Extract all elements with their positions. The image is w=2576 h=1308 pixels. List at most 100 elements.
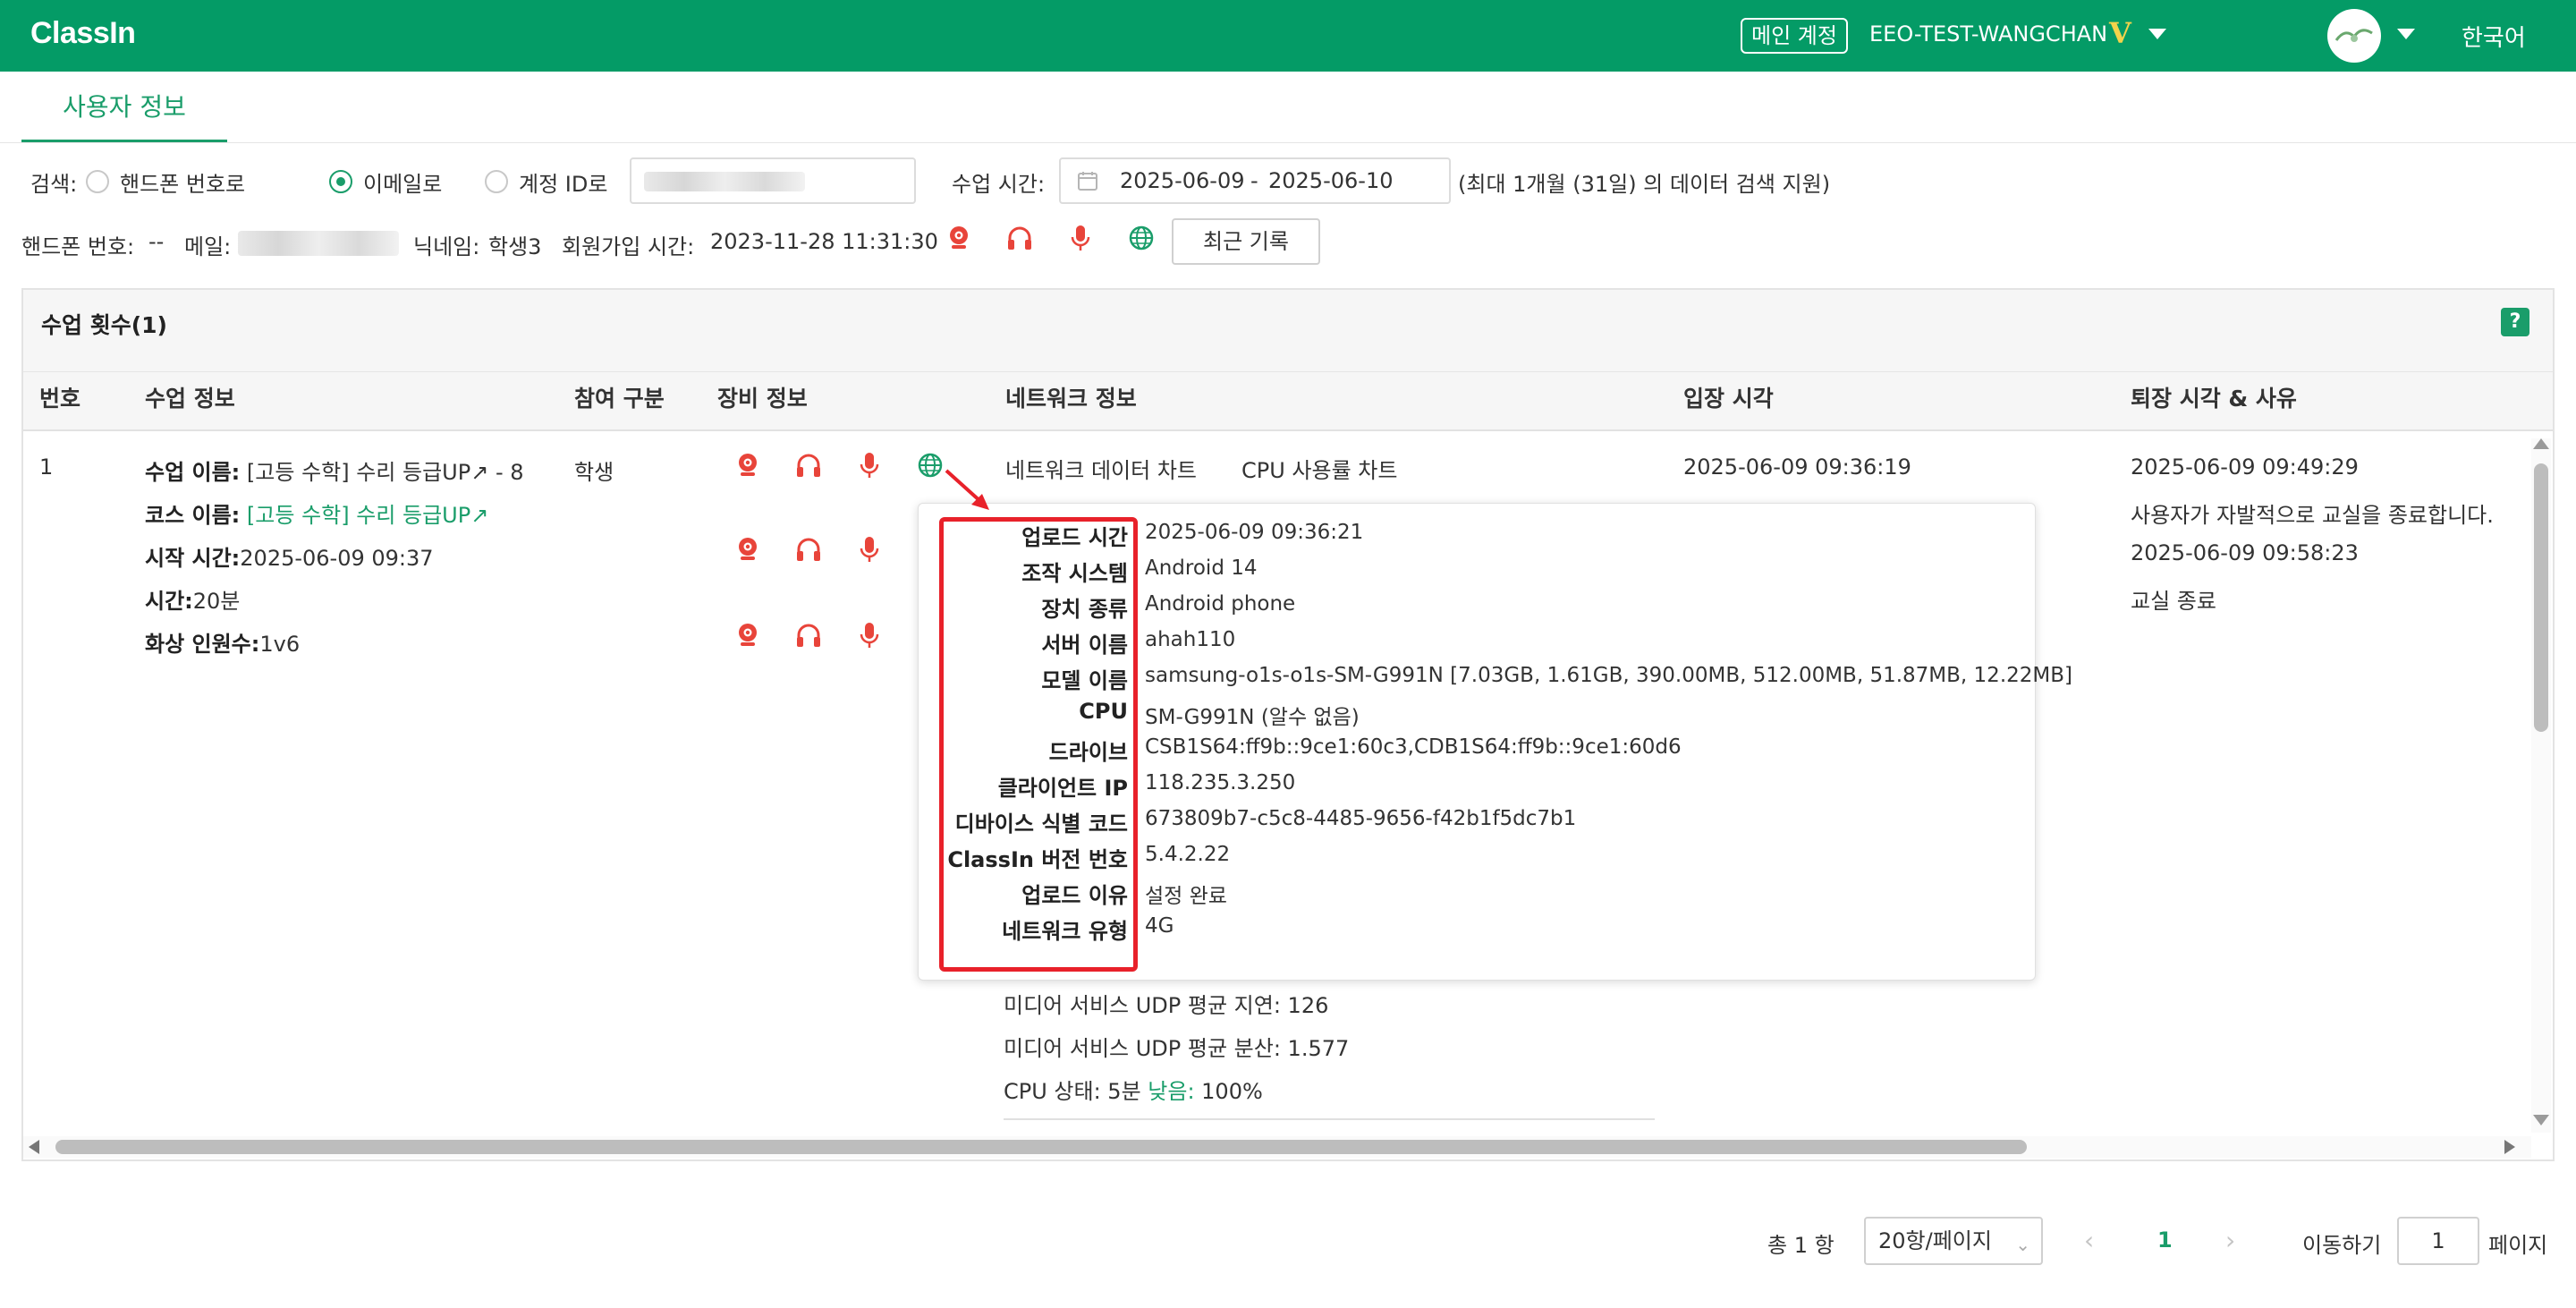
camera-icon[interactable] — [945, 224, 973, 252]
redacted-email — [238, 231, 399, 256]
current-page[interactable]: 1 — [2157, 1227, 2173, 1253]
network-chart-link[interactable]: 네트워크 데이터 차트 — [1005, 453, 1197, 484]
search-input[interactable] — [630, 157, 916, 204]
classin-logo[interactable]: ClassIn — [30, 16, 136, 51]
microphone-icon[interactable] — [855, 535, 884, 564]
highlight-arrow-icon — [945, 469, 989, 510]
page-size-select[interactable]: 20항/페이지 ⌄ — [1864, 1217, 2043, 1265]
course-name-label: 코스 이름: — [145, 503, 241, 528]
enter-time: 2025-06-09 09:36:19 — [1683, 454, 1911, 480]
date-from: 2025-06-09 — [1120, 168, 1245, 193]
popover-value: 673809b7-c5c8-4485-9656-f42b1f5dc7b1 — [1145, 807, 1577, 830]
video-count-label: 화상 인원수: — [145, 632, 260, 657]
horizontal-scrollbar-thumb[interactable] — [55, 1140, 2027, 1154]
popover-value: samsung-o1s-o1s-SM-G991N [7.03GB, 1.61GB… — [1145, 664, 2072, 687]
scroll-down-icon[interactable] — [2533, 1115, 2549, 1125]
language-selector[interactable]: 한국어 — [2462, 20, 2526, 53]
radio-phone-label[interactable]: 핸드폰 번호로 — [120, 166, 245, 198]
radio-phone[interactable] — [86, 170, 109, 193]
calendar-icon — [1078, 172, 1097, 191]
total-count: 총 1 항 — [1767, 1233, 1835, 1258]
search-label: 검색: — [30, 172, 78, 197]
date-range-picker[interactable]: 2025-06-09 - 2025-06-10 — [1059, 157, 1451, 204]
help-icon[interactable]: ? — [2501, 308, 2529, 336]
video-count-value: 1v6 — [259, 632, 301, 657]
vip-icon: V — [2109, 16, 2131, 50]
col-number: 번호 — [39, 386, 81, 412]
video-count: 화상 인원수:1v6 — [145, 626, 300, 658]
exit-time-1: 2025-06-09 09:49:29 — [2131, 454, 2359, 480]
microphone-icon[interactable] — [855, 451, 884, 480]
cpu-status-value: 100% — [1194, 1079, 1263, 1104]
network-divider — [1004, 1118, 1655, 1120]
avatar[interactable] — [2327, 9, 2381, 63]
col-lesson-info: 수업 정보 — [145, 386, 235, 412]
email-label: 메일: — [184, 234, 232, 259]
goto-page-input[interactable] — [2397, 1217, 2479, 1265]
radio-email[interactable] — [329, 170, 352, 193]
camera-icon[interactable] — [733, 621, 762, 650]
cpu-status-prefix: CPU 상태: 5분 — [1004, 1079, 1148, 1104]
radio-account-id[interactable] — [485, 170, 508, 193]
col-network-info: 네트워크 정보 — [1005, 386, 1137, 412]
popover-value: Android phone — [1145, 592, 1296, 616]
headphone-icon[interactable] — [1005, 224, 1034, 252]
scroll-right-icon[interactable] — [2504, 1140, 2515, 1154]
exit-reason-2: 교실 종료 — [2131, 589, 2216, 614]
camera-icon[interactable] — [733, 535, 762, 564]
date-to: 2025-06-10 — [1268, 168, 1394, 193]
cpu-status-low: 낮음: — [1148, 1079, 1195, 1104]
prev-page-icon[interactable]: ‹ — [2084, 1226, 2094, 1255]
redacted-value — [644, 172, 805, 191]
avatar-image-icon — [2334, 29, 2373, 42]
udp-delay: 미디어 서비스 UDP 평균 지연: 126 — [1004, 993, 1329, 1018]
globe-icon[interactable] — [916, 451, 945, 480]
cpu-status: CPU 상태: 5분 낮음: 100% — [1004, 1074, 1263, 1105]
popover-value: ahah110 — [1145, 628, 1236, 651]
start-time-value: 2025-06-09 09:37 — [240, 546, 434, 571]
course-name-link[interactable]: [고등 수학] 수리 등급UP↗ — [247, 503, 488, 528]
camera-icon[interactable] — [733, 451, 762, 480]
vertical-scrollbar-thumb[interactable] — [2534, 463, 2548, 732]
course-name: 코스 이름: [고등 수학] 수리 등급UP↗ — [145, 497, 488, 529]
col-device-info: 장비 정보 — [717, 386, 808, 412]
popover-value: SM-G991N (알수 없음) — [1145, 706, 1360, 729]
card-title: 수업 횟수(1) — [41, 312, 167, 338]
account-name[interactable]: EEO-TEST-WANGCHAN — [1869, 21, 2107, 47]
globe-icon[interactable] — [1127, 224, 1156, 252]
main-account-badge: 메인 계정 — [1741, 18, 1848, 54]
cpu-chart-link[interactable]: CPU 사용률 차트 — [1241, 453, 1397, 484]
popover-value: 4G — [1145, 914, 1174, 938]
microphone-icon[interactable] — [855, 621, 884, 650]
scroll-up-icon[interactable] — [2533, 438, 2549, 449]
headphone-icon[interactable] — [794, 621, 823, 650]
microphone-icon[interactable] — [1066, 224, 1095, 252]
next-page-icon[interactable]: › — [2225, 1226, 2235, 1255]
duration: 시간:20분 — [145, 583, 240, 615]
lesson-name-label: 수업 이름: — [145, 460, 241, 485]
exit-reason-1: 사용자가 자발적으로 교실을 종료합니다. — [2131, 503, 2494, 528]
tab-user-info[interactable]: 사용자 정보 — [21, 72, 227, 143]
nickname-value: 학생3 — [488, 234, 542, 259]
headphone-icon[interactable] — [794, 451, 823, 480]
recent-records-button[interactable]: 최근 기록 — [1172, 218, 1320, 265]
popover-value: 118.235.3.250 — [1145, 771, 1296, 794]
start-time-label: 시작 시간: — [145, 546, 241, 571]
col-role: 참여 구분 — [574, 386, 665, 412]
col-exit-time-reason: 퇴장 시각 & 사유 — [2131, 386, 2297, 412]
avatar-dropdown-icon[interactable] — [2397, 29, 2415, 39]
headphone-icon[interactable] — [794, 535, 823, 564]
account-dropdown-icon[interactable] — [2148, 29, 2166, 39]
radio-account-id-label[interactable]: 계정 ID로 — [519, 166, 607, 198]
page-size-value: 20항/페이지 — [1878, 1228, 1992, 1253]
page-suffix: 페이지 — [2488, 1233, 2548, 1258]
highlight-box — [939, 517, 1138, 972]
phone-value: -- — [148, 229, 165, 254]
col-enter-time: 입장 시각 — [1683, 386, 1774, 412]
popover-value: 5.4.2.22 — [1145, 843, 1231, 866]
participant-role: 학생 — [574, 460, 614, 485]
signup-value: 2023-11-28 11:31:30 — [710, 229, 938, 254]
scroll-left-icon[interactable] — [29, 1140, 39, 1154]
popover-value: 2025-06-09 09:36:21 — [1145, 521, 1364, 544]
radio-email-label[interactable]: 이메일로 — [363, 166, 442, 198]
